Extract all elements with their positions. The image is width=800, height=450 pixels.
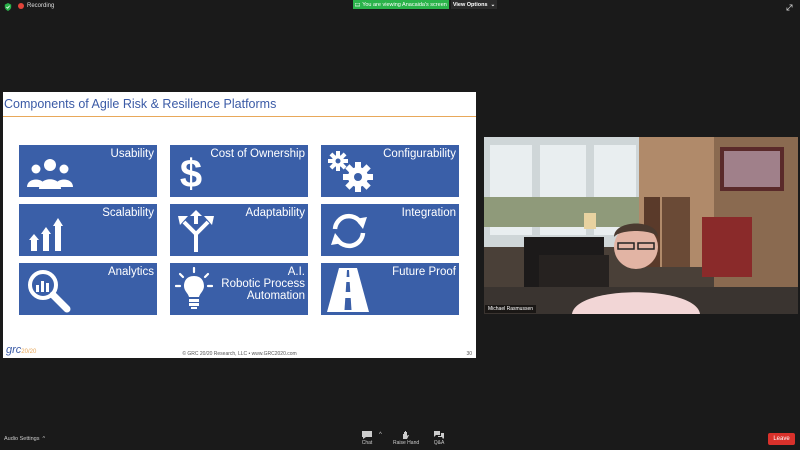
tile-label: Adaptability xyxy=(245,207,305,219)
road-icon xyxy=(327,268,369,312)
tile-ai-rpa: A.I. Robotic Process Automation xyxy=(170,263,308,315)
gears-icon xyxy=(328,151,373,192)
video-frame xyxy=(484,137,798,314)
tile-usability: Usability xyxy=(19,145,157,197)
participant-name: Michael Rasmussen xyxy=(485,305,537,313)
tile-label: Cost of Ownership xyxy=(210,148,305,160)
tile-analytics: Analytics xyxy=(19,263,157,315)
tile-label: Usability xyxy=(110,148,154,160)
magnifier-chart-icon xyxy=(28,270,71,313)
tile-configurability: Configurability xyxy=(321,145,459,197)
tile-label: Integration xyxy=(401,207,456,219)
qa-label: Q&A xyxy=(433,440,445,446)
tile-scalability: Scalability xyxy=(19,204,157,256)
raise-hand-button[interactable]: Raise Hand xyxy=(393,430,419,446)
dollar-icon: $ xyxy=(180,152,202,193)
chat-button[interactable]: Chat xyxy=(361,430,373,446)
audio-settings-label: Audio Settings xyxy=(4,436,40,442)
sync-icon xyxy=(331,213,367,249)
shield-icon[interactable] xyxy=(4,3,12,11)
qa-icon xyxy=(434,431,444,439)
chat-icon xyxy=(362,431,372,439)
view-options-label: View Options xyxy=(452,1,488,8)
tile-cost-of-ownership: Cost of Ownership $ xyxy=(170,145,308,197)
slide-title: Components of Agile Risk & Resilience Pl… xyxy=(4,97,277,111)
audio-settings-button[interactable]: Audio Settings ^ xyxy=(4,436,45,442)
qa-button[interactable]: Q&A xyxy=(433,430,445,446)
svg-text:$: $ xyxy=(180,152,202,193)
view-options-button[interactable]: View Options ⌄ xyxy=(451,0,497,9)
record-icon xyxy=(18,3,24,9)
participant-video[interactable] xyxy=(484,137,798,314)
top-bar: Recording You are viewing Anacaida's scr… xyxy=(0,0,800,14)
recording-indicator[interactable]: Recording xyxy=(18,3,54,9)
tile-label: Future Proof xyxy=(392,266,456,278)
recording-label: Recording xyxy=(27,3,55,9)
fullscreen-icon[interactable] xyxy=(786,4,793,11)
viewing-banner: You are viewing Anacaida's screen xyxy=(353,0,449,9)
title-divider xyxy=(3,116,476,117)
chevron-down-icon: ⌄ xyxy=(490,1,496,8)
bars-growth-icon xyxy=(29,218,63,251)
slide-page-number: 30 xyxy=(466,351,472,357)
tile-integration: Integration xyxy=(321,204,459,256)
chevron-up-icon: ^ xyxy=(42,436,46,442)
meeting-controls: Audio Settings ^ Chat ^ Raise Hand Q&A L… xyxy=(0,430,800,450)
shared-slide: Components of Agile Risk & Resilience Pl… xyxy=(3,92,476,358)
arrows-split-icon xyxy=(178,210,214,252)
tile-label: A.I. Robotic Process Automation xyxy=(221,266,305,302)
viewing-label: You are viewing Anacaida's screen xyxy=(362,1,447,8)
screen-share-icon xyxy=(355,2,361,6)
tile-adaptability: Adaptability xyxy=(170,204,308,256)
raise-hand-label: Raise Hand xyxy=(393,440,420,446)
tile-label: Configurability xyxy=(383,148,456,160)
chat-label: Chat xyxy=(361,440,373,446)
tile-label: Scalability xyxy=(102,207,154,219)
tile-future-proof: Future Proof xyxy=(321,263,459,315)
leave-button[interactable]: Leave xyxy=(768,433,795,445)
chevron-up-icon[interactable]: ^ xyxy=(379,432,382,438)
hand-icon xyxy=(403,431,410,439)
slide-copyright: © GRC 20/20 Research, LLC • www.GRC2020.… xyxy=(182,351,297,357)
users-icon xyxy=(27,159,73,189)
lightbulb-icon xyxy=(175,267,213,309)
tile-label: Analytics xyxy=(107,266,154,278)
